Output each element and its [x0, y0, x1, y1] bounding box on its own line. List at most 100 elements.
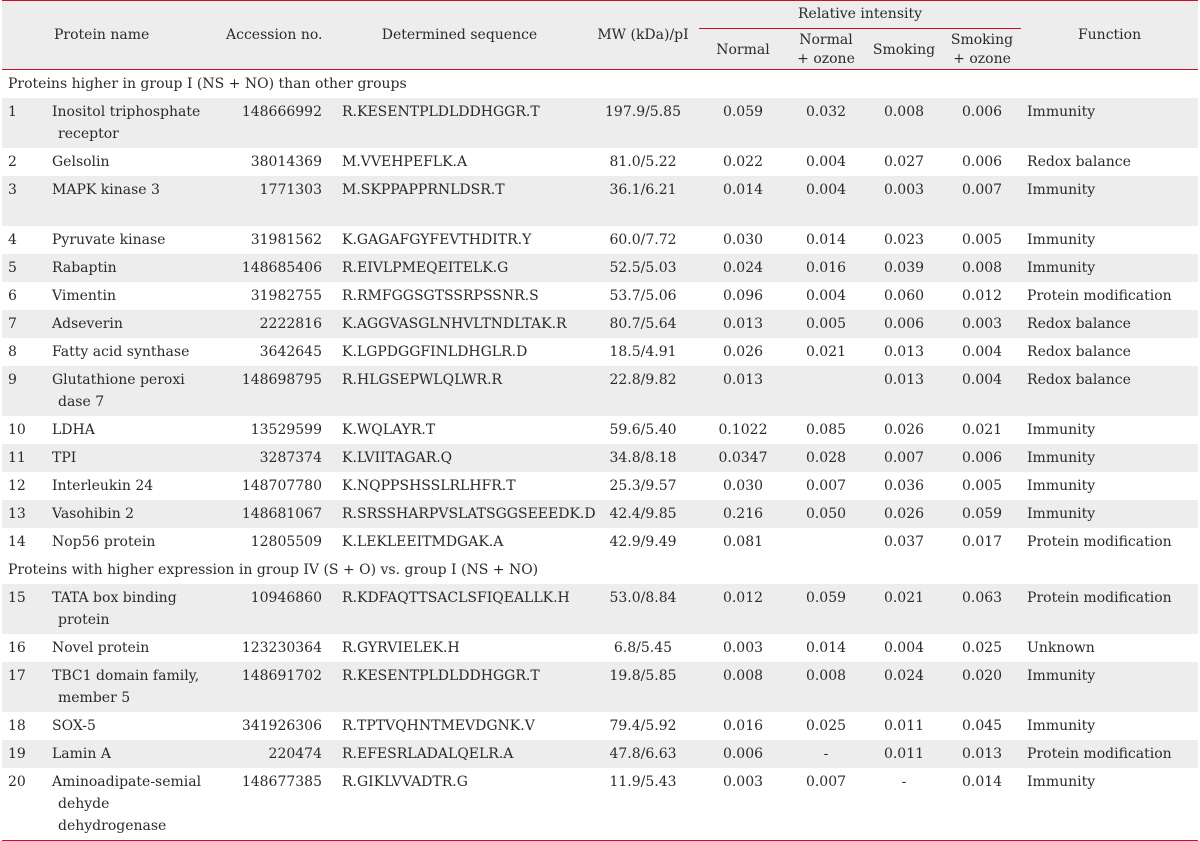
table-row: 9 Glutathione peroxi dase 7 148698795 R.HLGS… [2, 366, 1199, 416]
row-number: 7 [2, 310, 48, 338]
protein-name-cell: Glutathione peroxi dase 7 [48, 366, 224, 416]
smoking-cell: 0.011 [865, 740, 943, 768]
mw-pi-cell: 34.8/8.18 [587, 444, 699, 472]
table-row: 16 Novel protein 123230364 R.GYRVIELEK.H 6.8… [2, 634, 1198, 662]
normal-cell: 0.014 [699, 176, 787, 226]
sequence-cell: R.EFESRLADALQELR.A [332, 740, 587, 768]
protein-name-line: Lamin A [52, 746, 111, 762]
normal-cell: 0.096 [722, 288, 764, 304]
row-number: 1 [2, 98, 48, 148]
row-number: 20 [2, 768, 48, 841]
normal-ozone-cell: 0.059 [787, 584, 865, 634]
normal-cell: 0.012 [699, 584, 787, 634]
smoking-ozone-cell: 0.025 [961, 640, 1003, 656]
row-number: 11 [2, 444, 48, 472]
smoking-cell: 0.003 [865, 176, 943, 226]
smoking-ozone-cell: 0.004 [943, 366, 1022, 416]
row-number: 5 [2, 254, 48, 282]
table-row: 15 TATA box binding protein 10946860 R.KDFAQ… [2, 584, 1199, 634]
accession-cell: 12805509 [250, 534, 322, 550]
smoking-ozone-cell: 0.059 [943, 500, 1022, 528]
protein-name-line: Vasohibin 2 [52, 506, 135, 522]
row-number: 2 [8, 154, 17, 170]
sequence-cell: R.EIVLPMEQEITELK.G [332, 254, 587, 282]
protein-name-line: Glutathione peroxi [52, 372, 185, 388]
accession-cell: 13529599 [250, 422, 322, 438]
normal-cell: 0.013 [699, 310, 787, 338]
section-title: Proteins higher in group I (NS + NO) tha… [8, 76, 407, 92]
smoking-ozone-cell: 0.012 [961, 288, 1003, 304]
normal-cell: 0.026 [722, 344, 764, 360]
protein-name-line: Rabaptin [52, 260, 117, 276]
section-title: Proteins with higher expression in group… [8, 562, 539, 578]
protein-name-cell: MAPK kinase 3 [48, 176, 224, 226]
protein-name-line: Gelsolin [52, 154, 110, 170]
table-row: 10 LDHA 13529599 K.WQLAYR.T 59.6/5.40 0.1022 0… [2, 416, 1198, 444]
smoking-cell: 0.007 [865, 444, 943, 472]
sequence-cell: K.WQLAYR.T [342, 422, 436, 438]
accession-cell: 148691702 [224, 662, 332, 712]
accession-cell: 3642645 [259, 344, 322, 360]
normal-cell: 0.216 [699, 500, 787, 528]
smoking-ozone-cell: 0.020 [943, 662, 1022, 712]
normal-ozone-cell: 0.005 [787, 310, 865, 338]
row-number: 14 [8, 534, 26, 550]
smoking-ozone-cell: 0.004 [961, 344, 1003, 360]
row-number: 18 [8, 718, 26, 734]
smoking-cell: 0.023 [883, 232, 925, 248]
smoking-cell: 0.039 [865, 254, 943, 282]
smoking-cell: - [865, 768, 943, 841]
table-row: 3 MAPK kinase 3 1771303 M.SKPPAPPRNLDSR.T 36… [2, 176, 1199, 226]
protein-name-line: Fatty acid synthase [52, 344, 190, 360]
row-number: 13 [2, 500, 48, 528]
accession-cell: 123230364 [241, 640, 322, 656]
normal-ozone-cell: 0.021 [805, 344, 847, 360]
smoking-cell: 0.026 [883, 422, 925, 438]
protein-name-line: Vimentin [52, 288, 117, 304]
normal-ozone-cell: 0.050 [787, 500, 865, 528]
normal-ozone-cell: 0.004 [805, 154, 847, 170]
normal-cell: 0.008 [699, 662, 787, 712]
sequence-cell: R.GIKLVVADTR.G [332, 768, 587, 841]
mw-pi-cell: 53.7/5.06 [609, 288, 677, 304]
protein-name-line: Inositol triphosphate [52, 104, 201, 120]
table-row: 12 Interleukin 24 148707780 K.NQPPSHSSLRLHF… [2, 472, 1198, 500]
normal-ozone-cell: 0.004 [787, 176, 865, 226]
function-cell: Immunity [1021, 176, 1199, 226]
normal-ozone-cell: 0.008 [787, 662, 865, 712]
smoking-ozone-cell: 0.008 [943, 254, 1022, 282]
protein-name-line: Aminoadipate-semial [52, 774, 202, 790]
smoking-ozone-cell: 0.063 [943, 584, 1022, 634]
accession-cell: 341926306 [241, 718, 322, 734]
table-header: Protein name Accession no. Determined se… [2, 0, 1199, 70]
mw-pi-cell: 18.5/4.91 [609, 344, 677, 360]
header-normal-ozone: Normal + ozone [787, 28, 865, 70]
row-number: 9 [2, 366, 48, 416]
mw-pi-cell: 79.4/5.92 [609, 718, 677, 734]
sequence-cell: R.KESENTPLDLDDHGGR.T [332, 662, 587, 712]
function-cell: Protein modification [1027, 534, 1172, 550]
function-cell: Redox balance [1027, 154, 1131, 170]
protein-table: Protein name Accession no. Determined se… [2, 0, 1199, 841]
smoking-ozone-cell: 0.005 [961, 478, 1003, 494]
normal-cell: 0.003 [722, 640, 764, 656]
function-cell: Immunity [1021, 98, 1199, 148]
normal-cell: 0.016 [722, 718, 764, 734]
function-cell: Immunity [1027, 478, 1096, 494]
mw-pi-cell: 6.8/5.45 [613, 640, 673, 656]
mw-pi-cell: 53.0/8.84 [587, 584, 699, 634]
sequence-cell: R.KDFAQTTSACLSFIQEALLK.H [332, 584, 587, 634]
table-row: 19 Lamin A 220474 R.EFESRLADALQELR.A 47.8/6.… [2, 740, 1199, 768]
header-function: Function [1021, 0, 1199, 70]
normal-ozone-cell: - [787, 740, 865, 768]
function-cell: Immunity [1021, 768, 1199, 841]
function-cell: Redox balance [1021, 310, 1199, 338]
function-cell: Immunity [1021, 500, 1199, 528]
header-no [2, 0, 48, 70]
sequence-cell: M.VVEHPEFLK.A [342, 154, 468, 170]
table-row: 1 Inositol triphosphate receptor 148666992 R… [2, 98, 1199, 148]
table-row: 11 TPI 3287374 K.LVIITAGAR.Q 34.8/8.18 0.0347… [2, 444, 1199, 472]
normal-cell: 0.081 [722, 534, 764, 550]
sequence-cell: R.KESENTPLDLDDHGGR.T [332, 98, 587, 148]
function-cell: Protein modification [1021, 740, 1199, 768]
